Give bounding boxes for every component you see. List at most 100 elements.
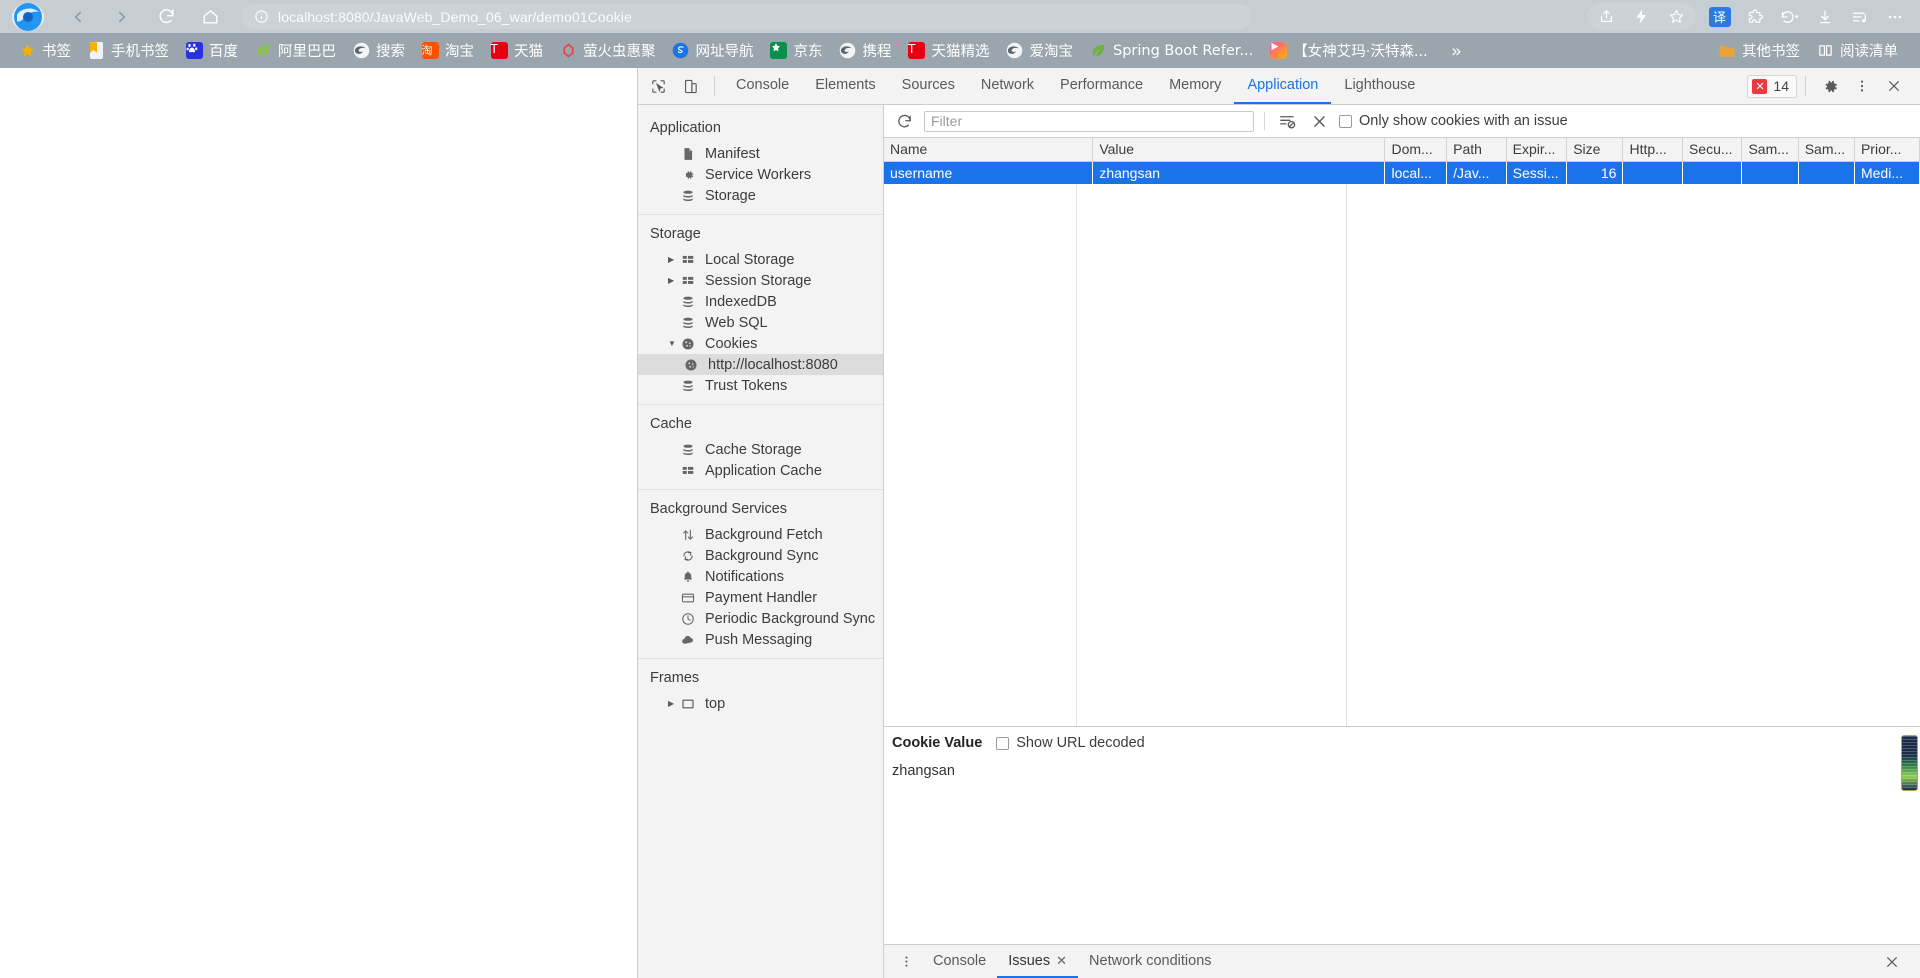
tab-console[interactable]: Console <box>723 68 802 104</box>
cell-size[interactable]: 16 <box>1566 161 1624 184</box>
share-icon[interactable] <box>1589 3 1624 30</box>
cell-samesite[interactable] <box>1741 161 1799 184</box>
sidebar-item-payment-handler[interactable]: ▶ Payment Handler <box>638 587 883 608</box>
sidebar-item-periodic-background-sync[interactable]: ▶ Periodic Background Sync <box>638 608 883 629</box>
tab-performance[interactable]: Performance <box>1047 68 1156 104</box>
sidebar-item-background-sync[interactable]: ▶ Background Sync <box>638 545 883 566</box>
bookmark-item[interactable]: 搜索 <box>344 33 413 68</box>
bookmark-item[interactable]: T 天猫 <box>482 33 551 68</box>
bookmark-item[interactable]: 爱淘宝 <box>998 33 1082 68</box>
close-devtools-icon[interactable] <box>1878 71 1910 101</box>
tab-elements[interactable]: Elements <box>802 68 888 104</box>
cell-sameparty[interactable] <box>1798 161 1855 184</box>
inspect-element-icon[interactable] <box>642 71 674 101</box>
drawer-tab-issues[interactable]: Issues ✕ <box>997 945 1079 978</box>
bookmark-item[interactable]: 萤火虫惠聚 <box>551 33 664 68</box>
drawer-kebab-menu-icon[interactable] <box>890 947 922 977</box>
bookmark-item[interactable]: 手机书签 <box>79 33 177 68</box>
clear-all-cookies-icon[interactable] <box>1307 109 1331 133</box>
table-row[interactable]: username zhangsan local... /Jav... Sessi… <box>884 161 1920 184</box>
expand-arrow-expanded-icon[interactable]: ▼ <box>668 339 681 348</box>
show-url-decoded-row[interactable]: Show URL decoded <box>996 735 1145 751</box>
bookmark-item[interactable]: 携程 <box>831 33 900 68</box>
column-header-size[interactable]: Size <box>1566 138 1624 162</box>
expand-arrow-collapsed-icon[interactable]: ▶ <box>668 255 681 264</box>
extensions-puzzle-icon[interactable] <box>1737 3 1772 30</box>
home-button[interactable] <box>188 0 232 33</box>
column-header-domain[interactable]: Dom... <box>1384 138 1448 162</box>
tab-lighthouse[interactable]: Lighthouse <box>1331 68 1428 104</box>
error-count-badge[interactable]: ✕ 14 <box>1747 74 1797 98</box>
column-header-httponly[interactable]: Http... <box>1622 138 1683 162</box>
column-header-priority[interactable]: Prior... <box>1854 138 1920 162</box>
site-info-icon[interactable] <box>254 9 269 24</box>
column-header-samesite[interactable]: Sam... <box>1741 138 1799 162</box>
reload-button[interactable] <box>144 0 188 33</box>
sidebar-item-cookie-origin[interactable]: http://localhost:8080 <box>638 354 883 375</box>
bookmark-item[interactable]: T 天猫精选 <box>900 33 998 68</box>
drawer-tab-close-icon[interactable]: ✕ <box>1056 953 1067 969</box>
bookmark-item[interactable]: Spring Boot Refer... <box>1081 33 1261 68</box>
other-bookmarks-button[interactable]: 其他书签 <box>1710 33 1808 68</box>
column-header-value[interactable]: Value <box>1092 138 1386 162</box>
column-header-expires[interactable]: Expir... <box>1506 138 1568 162</box>
only-issues-checkbox[interactable] <box>1339 114 1352 128</box>
drawer-tab-console[interactable]: Console <box>922 945 997 978</box>
reading-list-button[interactable]: 阅读清单 <box>1808 33 1906 68</box>
sidebar-item-cache-storage[interactable]: ▶ Cache Storage <box>638 439 883 460</box>
sidebar-item-push-messaging[interactable]: ▶ Push Messaging <box>638 629 883 650</box>
column-header-path[interactable]: Path <box>1446 138 1507 162</box>
filter-input[interactable] <box>924 110 1254 132</box>
reading-list-icon[interactable] <box>1842 3 1877 30</box>
forward-button[interactable] <box>100 0 144 33</box>
tab-application[interactable]: Application <box>1234 68 1332 104</box>
sidebar-item-storage[interactable]: ▶ Storage <box>638 185 883 206</box>
expand-arrow-collapsed-icon[interactable]: ▶ <box>668 276 681 285</box>
cell-secure[interactable] <box>1682 161 1743 184</box>
bookmark-item[interactable]: 网址导航 <box>664 33 762 68</box>
sidebar-item-cookies[interactable]: ▼ Cookies <box>638 333 883 354</box>
sidebar-item-notifications[interactable]: ▶ Notifications <box>638 566 883 587</box>
bookmark-item[interactable]: 书签 <box>10 33 79 68</box>
expand-arrow-collapsed-icon[interactable]: ▶ <box>668 699 681 708</box>
bookmark-item[interactable]: 京东 <box>762 33 831 68</box>
sidebar-item-session-storage[interactable]: ▶ Session Storage <box>638 270 883 291</box>
bookmark-item[interactable]: 阿里巴巴 <box>246 33 344 68</box>
sidebar-item-manifest[interactable]: ▶ Manifest <box>638 143 883 164</box>
cell-httponly[interactable] <box>1622 161 1683 184</box>
column-header-secure[interactable]: Secu... <box>1682 138 1743 162</box>
translate-icon[interactable]: 译 <box>1702 3 1737 30</box>
column-header-sameparty[interactable]: Sam... <box>1798 138 1855 162</box>
column-header-name[interactable]: Name <box>884 138 1094 162</box>
history-back-icon[interactable] <box>1772 3 1807 30</box>
lightning-icon[interactable] <box>1624 3 1659 30</box>
sidebar-item-service-workers[interactable]: ▶ Service Workers <box>638 164 883 185</box>
bookmark-item[interactable]: 淘 淘宝 <box>413 33 482 68</box>
tab-network[interactable]: Network <box>968 68 1047 104</box>
drawer-tab-network-conditions[interactable]: Network conditions <box>1078 945 1223 978</box>
downloads-icon[interactable] <box>1807 3 1842 30</box>
cell-expires[interactable]: Sessi... <box>1506 161 1568 184</box>
bookmarks-overflow-button[interactable]: » <box>1442 41 1471 61</box>
cell-name[interactable]: username <box>884 161 1094 184</box>
page-scroll-indicator[interactable] <box>1901 735 1918 791</box>
sidebar-item-trust-tokens[interactable]: ▶ Trust Tokens <box>638 375 883 396</box>
cell-path[interactable]: /Jav... <box>1446 161 1507 184</box>
tab-memory[interactable]: Memory <box>1156 68 1234 104</box>
cell-value[interactable]: zhangsan <box>1092 161 1386 184</box>
cell-domain[interactable]: local... <box>1384 161 1448 184</box>
device-toolbar-icon[interactable] <box>674 71 706 101</box>
sidebar-item-background-fetch[interactable]: ▶ Background Fetch <box>638 524 883 545</box>
sidebar-item-web-sql[interactable]: ▶ Web SQL <box>638 312 883 333</box>
address-bar[interactable]: localhost:8080/JavaWeb_Demo_06_war/demo0… <box>242 4 1252 29</box>
show-url-decoded-checkbox[interactable] <box>996 736 1010 750</box>
bookmark-star-icon[interactable] <box>1659 3 1694 30</box>
more-menu-icon[interactable] <box>1877 3 1912 30</box>
clear-filter-icon[interactable] <box>1275 109 1299 133</box>
gear-icon[interactable] <box>1814 71 1846 101</box>
sidebar-item-frame-top[interactable]: ▶ top <box>638 693 883 714</box>
sidebar-item-local-storage[interactable]: ▶ Local Storage <box>638 249 883 270</box>
only-issues-checkbox-row[interactable]: Only show cookies with an issue <box>1339 113 1568 129</box>
bookmark-item[interactable]: 百度 <box>177 33 246 68</box>
sidebar-item-application-cache[interactable]: ▶ Application Cache <box>638 460 883 481</box>
